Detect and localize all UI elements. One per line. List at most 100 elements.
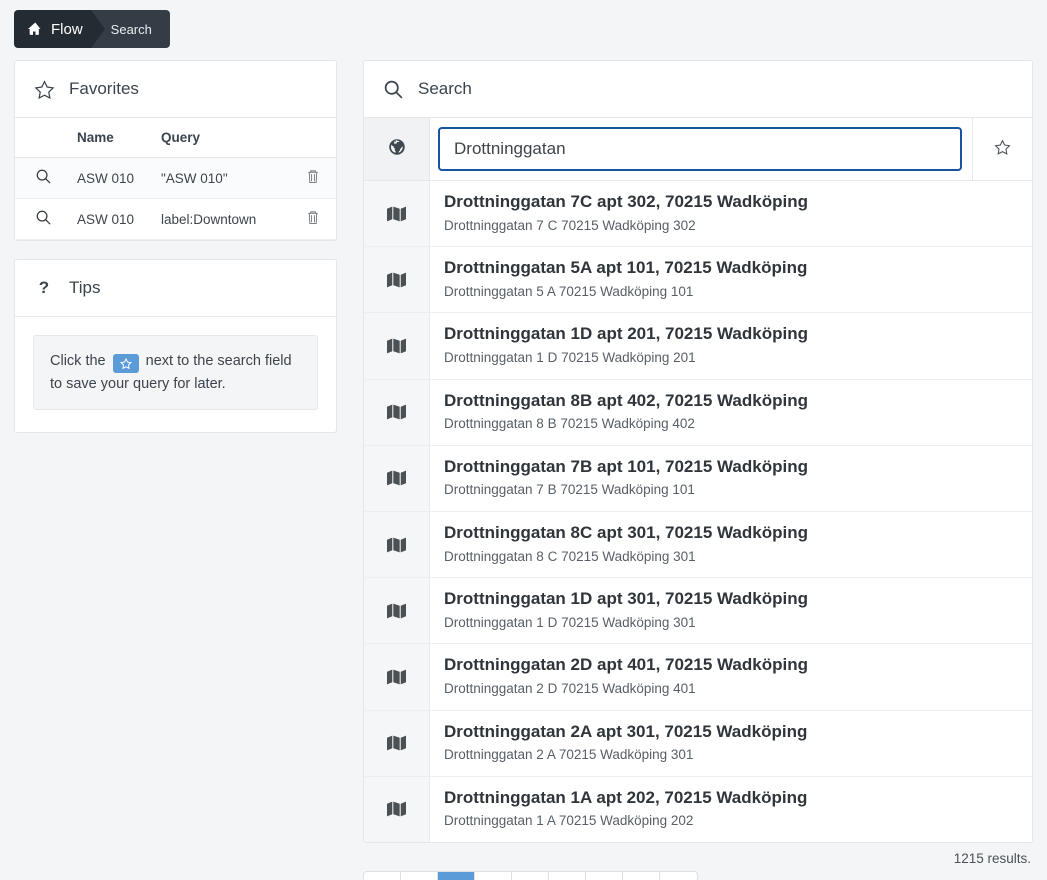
result-body: Drottninggatan 2D apt 401, 70215 Wadköpi… — [430, 644, 1032, 709]
pagination-page-2[interactable]: 2 — [475, 872, 512, 880]
list-item[interactable]: Drottninggatan 7C apt 302, 70215 Wadköpi… — [364, 181, 1032, 248]
result-subtitle: Drottninggatan 1 D 70215 Wadköping 201 — [444, 350, 696, 366]
map-icon — [364, 247, 430, 313]
breadcrumb-bar: Flow Search — [0, 0, 1047, 48]
table-row[interactable]: ASW 010 label:Downtown — [15, 198, 336, 240]
trash-icon[interactable] — [306, 169, 320, 187]
result-subtitle: Drottninggatan 8 B 70215 Wadköping 402 — [444, 416, 695, 432]
tips-body: Click the next to the search field to sa… — [15, 317, 336, 432]
trash-icon[interactable] — [306, 210, 320, 228]
favorites-title: Favorites — [69, 79, 139, 98]
favorites-col-delete — [290, 118, 336, 158]
pagination-page-5[interactable]: 5 — [586, 872, 623, 880]
favorites-panel: Favorites Name Query ASW 010 "ASW 010" A… — [14, 60, 337, 241]
favorite-delete-cell[interactable] — [290, 198, 336, 240]
pagination-page-4[interactable]: 4 — [549, 872, 586, 880]
result-body: Drottninggatan 7B apt 101, 70215 Wadköpi… — [430, 446, 1032, 511]
search-icon[interactable] — [36, 169, 51, 187]
result-subtitle: Drottninggatan 1 D 70215 Wadköping 301 — [444, 614, 696, 630]
search-icon[interactable] — [36, 210, 51, 228]
table-row[interactable]: ASW 010 "ASW 010" — [15, 157, 336, 199]
favorites-col-query: Query — [155, 118, 290, 158]
star-outline-icon — [112, 354, 139, 373]
result-subtitle: Drottninggatan 7 C 70215 Wadköping 302 — [444, 217, 696, 233]
result-body: Drottninggatan 1D apt 201, 70215 Wadköpi… — [430, 313, 1032, 378]
list-item[interactable]: Drottninggatan 1A apt 202, 70215 Wadköpi… — [364, 776, 1032, 843]
list-item[interactable]: Drottninggatan 1D apt 201, 70215 Wadköpi… — [364, 313, 1032, 380]
favorite-run-search-cell[interactable] — [15, 198, 71, 240]
result-body: Drottninggatan 8C apt 301, 70215 Wadköpi… — [430, 512, 1032, 577]
result-title: Drottninggatan 2D apt 401, 70215 Wadköpi… — [444, 655, 808, 675]
result-title: Drottninggatan 1A apt 202, 70215 Wadköpi… — [444, 787, 808, 807]
map-icon — [364, 644, 430, 710]
search-scope-button[interactable] — [364, 118, 430, 180]
pagination-prev[interactable]: ‹ — [401, 872, 438, 880]
favorites-col-icon — [15, 118, 71, 158]
map-icon — [364, 578, 430, 644]
favorites-col-name: Name — [71, 118, 155, 158]
tip-message: Click the next to the search field to sa… — [33, 335, 318, 411]
question-mark-icon: ? — [38, 278, 50, 297]
result-subtitle: Drottninggatan 2 A 70215 Wadköping 301 — [444, 747, 694, 763]
map-icon — [364, 379, 430, 445]
list-item[interactable]: Drottninggatan 5A apt 101, 70215 Wadköpi… — [364, 247, 1032, 314]
list-item[interactable]: Drottninggatan 8B apt 402, 70215 Wadköpi… — [364, 379, 1032, 446]
pagination: « ‹ 1 2 3 4 5 › » — [363, 871, 698, 880]
breadcrumb-label-flow: Flow — [51, 20, 83, 38]
list-item[interactable]: Drottninggatan 8C apt 301, 70215 Wadköpi… — [364, 512, 1032, 579]
search-icon — [382, 80, 404, 99]
favorite-name: ASW 010 — [71, 157, 155, 199]
favorite-query: "ASW 010" — [155, 157, 290, 199]
save-favorite-button[interactable] — [972, 118, 1032, 180]
result-title: Drottninggatan 1D apt 301, 70215 Wadköpi… — [444, 589, 808, 609]
map-icon — [364, 181, 430, 247]
pagination-next[interactable]: › — [623, 872, 660, 880]
pagination-last[interactable]: » — [660, 872, 697, 880]
favorite-delete-cell[interactable] — [290, 157, 336, 199]
pagination-page-1[interactable]: 1 — [438, 872, 475, 880]
result-body: Drottninggatan 5A apt 101, 70215 Wadköpi… — [430, 247, 1032, 312]
breadcrumb-separator — [90, 10, 105, 48]
breadcrumb: Flow Search — [14, 10, 170, 48]
map-icon — [364, 445, 430, 512]
result-title: Drottninggatan 8B apt 402, 70215 Wadköpi… — [444, 390, 808, 410]
favorites-header: Favorites — [15, 61, 336, 118]
search-results-list: Drottninggatan 7C apt 302, 70215 Wadköpi… — [364, 181, 1032, 843]
result-subtitle: Drottninggatan 7 B 70215 Wadköping 101 — [444, 482, 695, 498]
result-title: Drottninggatan 7B apt 101, 70215 Wadköpi… — [444, 456, 808, 476]
favorites-header-row: Name Query — [15, 118, 336, 158]
favorite-query: label:Downtown — [155, 198, 290, 240]
search-input[interactable] — [438, 127, 962, 171]
pagination-first[interactable]: « — [364, 872, 401, 880]
result-body: Drottninggatan 8B apt 402, 70215 Wadköpi… — [430, 380, 1032, 445]
list-item[interactable]: Drottninggatan 2D apt 401, 70215 Wadköpi… — [364, 644, 1032, 711]
map-icon — [364, 710, 430, 776]
result-subtitle: Drottninggatan 2 D 70215 Wadköping 401 — [444, 681, 696, 697]
tip-text-before: Click the — [50, 353, 106, 369]
results-count: 1215 results. — [953, 851, 1031, 867]
favorite-run-search-cell[interactable] — [15, 157, 71, 199]
favorites-table: Name Query ASW 010 "ASW 010" ASW 010 lab… — [15, 118, 336, 240]
result-subtitle: Drottninggatan 1 A 70215 Wadköping 202 — [444, 813, 694, 829]
globe-icon — [388, 138, 405, 160]
pagination-wrapper: « ‹ 1 2 3 4 5 › » — [363, 871, 1033, 880]
breadcrumb-label-search: Search — [110, 21, 152, 37]
list-item[interactable]: Drottninggatan 1D apt 301, 70215 Wadköpi… — [364, 578, 1032, 645]
result-body: Drottninggatan 2A apt 301, 70215 Wadköpi… — [430, 711, 1032, 776]
star-outline-icon — [994, 138, 1011, 160]
favorite-name: ASW 010 — [71, 198, 155, 240]
list-item[interactable]: Drottninggatan 7B apt 101, 70215 Wadköpi… — [364, 445, 1032, 513]
result-title: Drottninggatan 5A apt 101, 70215 Wadköpi… — [444, 258, 808, 278]
map-icon — [364, 512, 430, 578]
result-title: Drottninggatan 1D apt 201, 70215 Wadköpi… — [444, 324, 808, 344]
list-item[interactable]: Drottninggatan 2A apt 301, 70215 Wadköpi… — [364, 710, 1032, 777]
pagination-page-3[interactable]: 3 — [512, 872, 549, 880]
map-icon — [364, 313, 430, 379]
search-title: Search — [418, 79, 472, 98]
search-column: Search Drottninggatan Drottninggatan 7C … — [363, 60, 1033, 880]
result-subtitle: Drottninggatan 5 A 70215 Wadköping 101 — [444, 283, 694, 299]
search-bar — [364, 118, 1032, 181]
result-subtitle: Drottninggatan 8 C 70215 Wadköping 301 — [444, 548, 696, 564]
result-body: Drottninggatan 1D apt 301, 70215 Wadköpi… — [430, 578, 1032, 643]
result-body: Drottninggatan 1A apt 202, 70215 Wadköpi… — [430, 777, 1032, 842]
